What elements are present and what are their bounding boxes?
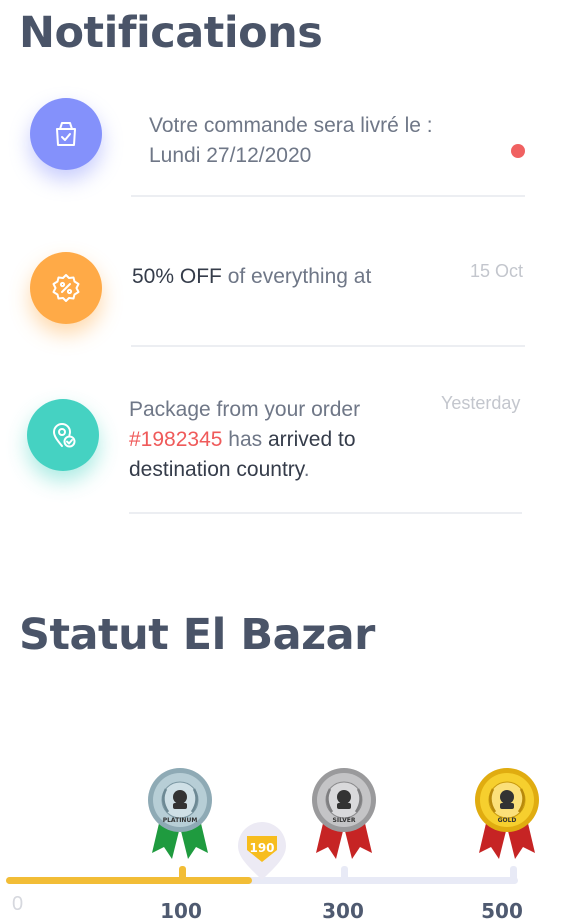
medal-label: SILVER [333, 817, 356, 824]
medal-label: PLATINUM [163, 817, 198, 824]
notification-text: has [222, 428, 268, 451]
package-icon [30, 98, 102, 170]
tick [510, 866, 517, 882]
tick-label: 0 [12, 893, 24, 915]
current-points-marker: 190 [235, 822, 289, 887]
divider [131, 195, 525, 197]
notification-text: of everything at [221, 265, 372, 288]
order-number-link[interactable]: #1982345 [129, 428, 222, 451]
notification-text: Package from your order [129, 398, 361, 421]
notification-message: Package from your order #1982345 has arr… [129, 395, 360, 485]
medal-label: GOLD [498, 817, 517, 824]
notification-text: destination country [129, 458, 304, 481]
notification-message: 50% OFF of everything at [132, 262, 371, 292]
current-points: 190 [249, 841, 274, 855]
notification-line: Votre commande sera livré le : [149, 114, 433, 137]
notification-line: Lundi 27/12/2020 [149, 144, 312, 167]
gold-medal-icon: GOLD [473, 767, 541, 868]
tick [179, 866, 186, 882]
progress-fill [6, 877, 252, 884]
divider [131, 345, 525, 347]
notification-text: . [303, 458, 310, 481]
location-check-icon [27, 399, 99, 471]
notifications-title: Notifications [19, 8, 323, 58]
silver-medal-icon: SILVER [310, 767, 378, 868]
discount-highlight: 50% OFF [132, 265, 222, 288]
divider [129, 512, 522, 514]
platinum-medal-icon: PLATINUM [146, 767, 214, 868]
tick [341, 866, 348, 882]
notification-message: Votre commande sera livré le : Lundi 27/… [149, 111, 433, 171]
tick-label: 500 [481, 899, 523, 923]
notification-time: 15 Oct [470, 261, 524, 281]
status-title: Statut El Bazar [19, 610, 375, 660]
notification-time: Yesterday [441, 393, 521, 413]
unread-dot [511, 144, 525, 158]
notification-text: arrived to [267, 428, 356, 451]
tick-label: 300 [322, 899, 364, 923]
tick-label: 100 [160, 899, 202, 923]
discount-icon [30, 252, 102, 324]
